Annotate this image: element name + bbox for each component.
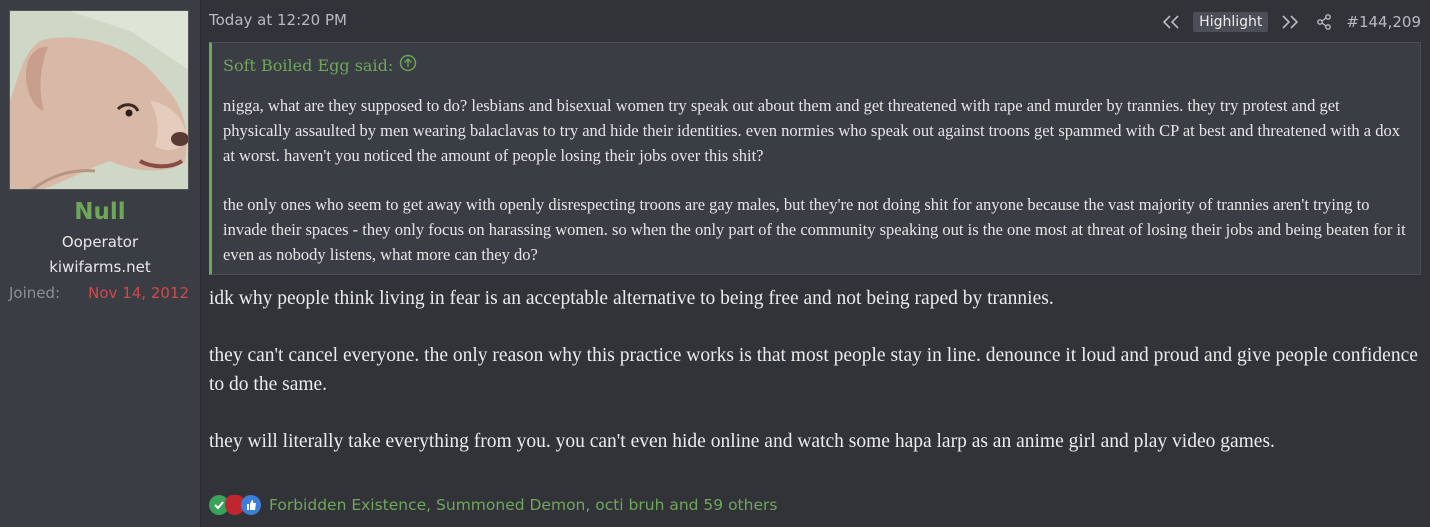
highlight-button[interactable]: Highlight [1193,12,1269,32]
quote-paragraph: nigga, what are they supposed to do? les… [223,96,1401,165]
rewind-icon[interactable] [1159,11,1183,33]
quote-block: Soft Boiled Egg said: nigga, what are th… [209,42,1421,275]
joined-date: Nov 14, 2012 [88,284,189,302]
dog-avatar-image [10,11,188,189]
user-banner: kiwifarms.net [49,258,151,276]
user-title: Ooperator [61,233,139,251]
reactions-list-link[interactable]: Forbidden Existence, Summoned Demon, oct… [269,496,777,514]
fast-forward-icon[interactable] [1278,11,1302,33]
username[interactable]: Null [0,199,200,225]
message-paragraph: they will literally take everything from… [209,431,1275,452]
share-icon[interactable] [1312,11,1336,33]
thumbs-up-icon [241,495,261,515]
post-actions: Highlight #144,209 [1159,10,1421,34]
quote-author-label[interactable]: Soft Boiled Egg said: [223,56,393,75]
user-sidebar: Null Ooperator kiwifarms.net Joined: Nov… [0,0,201,527]
message-paragraph: idk why people think living in fear is a… [209,288,1054,309]
post-timestamp[interactable]: Today at 12:20 PM [209,11,347,29]
avatar[interactable] [9,10,189,190]
post-message: idk why people think living in fear is a… [209,284,1421,484]
joined-label: Joined: [9,284,61,302]
message-paragraph: they can't cancel everyone. the only rea… [209,345,1418,395]
jump-to-quote-icon[interactable] [399,54,417,76]
reactions-bar[interactable]: Forbidden Existence, Summoned Demon, oct… [209,494,777,516]
quote-paragraph: the only ones who seem to get away with … [223,195,1406,264]
post-number-link[interactable]: #144,209 [1346,13,1421,31]
quote-attribution[interactable]: Soft Boiled Egg said: [223,54,417,76]
quote-content: nigga, what are they supposed to do? les… [223,93,1408,291]
